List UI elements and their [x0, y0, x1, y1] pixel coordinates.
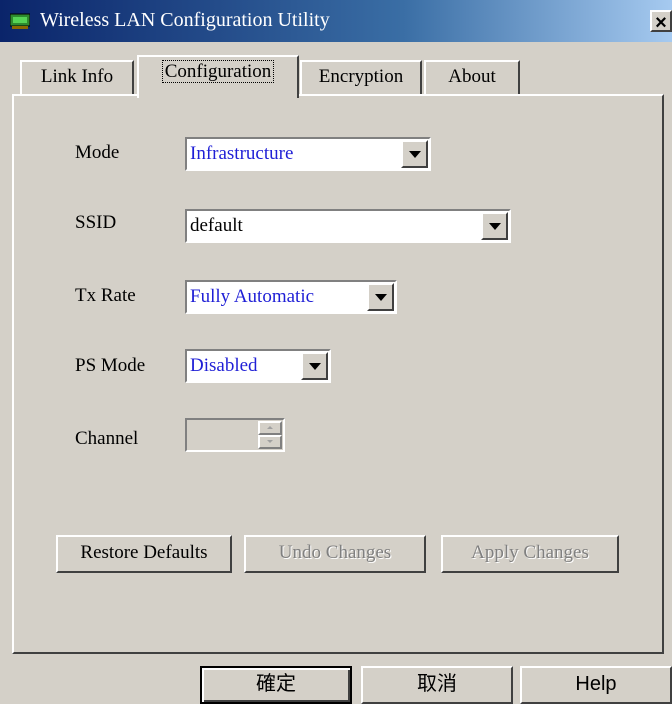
cancel-button[interactable]: 取消 — [361, 666, 513, 704]
tab-encryption[interactable]: Encryption — [300, 60, 422, 96]
chevron-down-icon[interactable] — [301, 352, 328, 380]
network-adapter-icon — [10, 13, 30, 29]
ok-button[interactable]: 確定 — [200, 666, 352, 704]
tab-label: About — [448, 66, 496, 87]
channel-label: Channel — [75, 428, 139, 449]
restore-defaults-button[interactable]: Restore Defaults — [56, 535, 232, 573]
mode-label: Mode — [75, 142, 120, 163]
tab-label: Link Info — [40, 66, 114, 87]
ps-mode-dropdown[interactable]: Disabled — [185, 349, 331, 383]
tab-label: Configuration — [161, 60, 275, 83]
chevron-down-icon[interactable] — [481, 212, 508, 240]
mode-value: Infrastructure — [190, 143, 294, 164]
window-title: Wireless LAN Configuration Utility — [40, 9, 330, 31]
ssid-value[interactable]: default — [190, 215, 243, 237]
ps-mode-value: Disabled — [190, 355, 258, 376]
help-button[interactable]: Help — [520, 666, 672, 704]
spin-up-icon — [258, 421, 282, 435]
ssid-label: SSID — [75, 212, 117, 233]
apply-changes-button: Apply Changes — [441, 535, 619, 573]
close-button[interactable]: × — [650, 10, 672, 34]
ssid-combobox[interactable]: default — [185, 209, 511, 243]
tx-rate-value: Fully Automatic — [190, 286, 315, 307]
chevron-down-icon[interactable] — [401, 140, 428, 168]
tab-about[interactable]: About — [424, 60, 520, 96]
mode-dropdown[interactable]: Infrastructure — [185, 137, 431, 171]
spin-down-icon — [258, 435, 282, 449]
tab-label: Encryption — [318, 66, 404, 87]
channel-spinner — [185, 418, 285, 452]
ps-mode-label: PS Mode — [75, 355, 146, 376]
undo-changes-button: Undo Changes — [244, 535, 426, 573]
tx-rate-label: Tx Rate — [75, 285, 136, 306]
tab-link-info[interactable]: Link Info — [20, 60, 134, 96]
tx-rate-dropdown[interactable]: Fully Automatic — [185, 280, 397, 314]
tab-configuration[interactable]: Configuration — [137, 55, 299, 98]
chevron-down-icon[interactable] — [367, 283, 394, 311]
title-bar: Wireless LAN Configuration Utility × — [0, 0, 672, 42]
